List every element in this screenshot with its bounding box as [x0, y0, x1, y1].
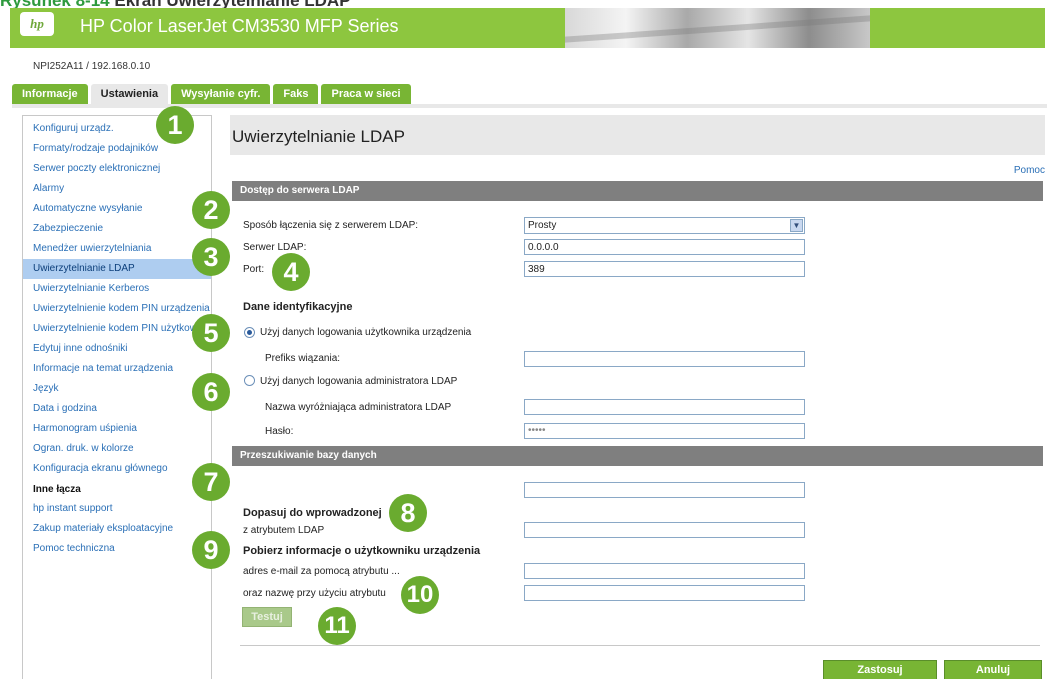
tab-wysylanie-cyfr[interactable]: Wysyłanie cyfr.	[171, 84, 271, 104]
radio-ldap-admin[interactable]	[244, 375, 255, 386]
callout-7: 7	[192, 463, 230, 501]
header-bar: hp HP Color LaserJet CM3530 MFP Series	[10, 8, 1045, 48]
test-button[interactable]: Testuj	[242, 607, 292, 627]
admin-dn-input[interactable]	[524, 399, 805, 415]
callout-9: 9	[192, 531, 230, 569]
bind-prefix-label: Prefiks wiązania:	[265, 353, 341, 364]
port-input[interactable]	[524, 261, 805, 277]
bind-method-value: Prosty	[528, 220, 557, 231]
sidebar-item-informacje-urzadzenie[interactable]: Informacje na temat urządzenia	[23, 359, 211, 379]
port-label: Port:	[243, 264, 265, 275]
sidebar-item-ogran-druk[interactable]: Ogran. druk. w kolorze	[23, 439, 211, 459]
email-attr-label: adres e-mail za pomocą atrybutu ...	[243, 566, 400, 577]
name-attr-label: oraz nazwę przy użyciu atrybutu	[243, 588, 386, 599]
server-input[interactable]	[524, 239, 805, 255]
hp-logo: hp	[20, 12, 54, 36]
sidebar-item-edytuj-odnosniki[interactable]: Edytuj inne odnośniki	[23, 339, 211, 359]
sidebar-item-harmonogram[interactable]: Harmonogram uśpienia	[23, 419, 211, 439]
admin-dn-label: Nazwa wyróżniająca administratora LDAP	[265, 402, 452, 413]
help-link[interactable]: Pomoc	[1014, 165, 1045, 176]
radio-device-user[interactable]	[244, 327, 255, 338]
match-attr-input[interactable]	[524, 522, 805, 538]
main-panel: Uwierzytelnianie LDAP Pomoc Dostęp do se…	[230, 115, 1045, 679]
sidebar-item-data-godzina[interactable]: Data i godzina	[23, 399, 211, 419]
password-input[interactable]: •••••	[524, 423, 805, 439]
title-band: Uwierzytelnianie LDAP	[230, 115, 1045, 155]
match-attr-label: z atrybutem LDAP	[243, 525, 325, 536]
section-header-access: Dostęp do serwera LDAP	[232, 181, 1043, 201]
tab-ustawienia[interactable]: Ustawienia	[90, 84, 169, 104]
server-label: Serwer LDAP:	[243, 242, 307, 253]
sidebar: Konfiguruj urządz. Formaty/rodzaje podaj…	[22, 115, 212, 679]
callout-6: 6	[192, 373, 230, 411]
credentials-heading: Dane identyfikacyjne	[243, 301, 353, 313]
sidebar-item-konfiguracja-ekranu[interactable]: Konfiguracja ekranu głównego	[23, 459, 211, 479]
sidebar-item-menedzer-uwierzytelniania[interactable]: Menedżer uwierzytelniania	[23, 239, 211, 259]
radio-ldap-admin-label: Użyj danych logowania administratora LDA…	[260, 376, 458, 387]
header-photo	[565, 8, 870, 48]
radio-device-user-label: Użyj danych logowania użytkownika urządz…	[260, 327, 472, 338]
name-attr-input[interactable]	[524, 585, 805, 601]
header-title: HP Color LaserJet CM3530 MFP Series	[80, 16, 399, 36]
retrieve-heading: Pobierz informacje o użytkowniku urządze…	[243, 545, 481, 557]
sidebar-item-ldap[interactable]: Uwierzytelnianie LDAP	[23, 259, 211, 279]
email-attr-input[interactable]	[524, 563, 805, 579]
callout-4: 4	[272, 253, 310, 291]
tab-informacje[interactable]: Informacje	[12, 84, 88, 104]
password-label: Hasło:	[265, 426, 294, 437]
sidebar-heading-inne-lacza: Inne łącza	[33, 484, 81, 495]
sidebar-link-zakup[interactable]: Zakup materiały eksploatacyjne	[23, 519, 211, 539]
callout-1: 1	[156, 106, 194, 144]
sidebar-item-automatyczne-wysylanie[interactable]: Automatyczne wysyłanie	[23, 199, 211, 219]
divider	[240, 645, 1040, 646]
match-heading: Dopasuj do wprowadzonej	[243, 507, 382, 519]
sidebar-link-instant-support[interactable]: hp instant support	[23, 499, 211, 519]
page-title: Uwierzytelnianie LDAP	[232, 127, 405, 146]
sidebar-item-serwer-poczty[interactable]: Serwer poczty elektronicznej	[23, 159, 211, 179]
cancel-button[interactable]: Anuluj	[944, 660, 1042, 679]
chevron-down-icon[interactable]: ▼	[790, 219, 803, 232]
callout-2: 2	[192, 191, 230, 229]
callout-11: 11	[318, 607, 356, 645]
callout-8: 8	[389, 494, 427, 532]
section-header-search: Przeszukiwanie bazy danych	[232, 446, 1043, 466]
sidebar-item-alarmy[interactable]: Alarmy	[23, 179, 211, 199]
sidebar-item-kerberos[interactable]: Uwierzytelnianie Kerberos	[23, 279, 211, 299]
apply-button[interactable]: Zastosuj	[823, 660, 937, 679]
sidebar-item-pin-urzadzenia[interactable]: Uwierzytelnienie kodem PIN urządzenia	[23, 299, 211, 319]
bind-method-label: Sposób łączenia się z serwerem LDAP:	[243, 220, 419, 231]
sidebar-item-zabezpieczenie[interactable]: Zabezpieczenie	[23, 219, 211, 239]
bind-method-select[interactable]: Prosty ▼	[524, 217, 805, 234]
sidebar-item-jezyk[interactable]: Język	[23, 379, 211, 399]
search-root-input[interactable]	[524, 482, 805, 498]
device-ip: NPI252A11 / 192.168.0.10	[33, 61, 151, 72]
tab-bar: Informacje Ustawienia Wysyłanie cyfr. Fa…	[12, 84, 414, 104]
tab-praca-w-sieci[interactable]: Praca w sieci	[321, 84, 411, 104]
tab-faks[interactable]: Faks	[273, 84, 319, 104]
callout-10: 10	[401, 576, 439, 614]
bind-prefix-input[interactable]	[524, 351, 805, 367]
sidebar-item-pin-uzytkownika[interactable]: Uwierzytelnienie kodem PIN użytkow	[23, 319, 211, 339]
sidebar-link-pomoc-techniczna[interactable]: Pomoc techniczna	[23, 539, 211, 559]
callout-3: 3	[192, 238, 230, 276]
callout-5: 5	[192, 314, 230, 352]
